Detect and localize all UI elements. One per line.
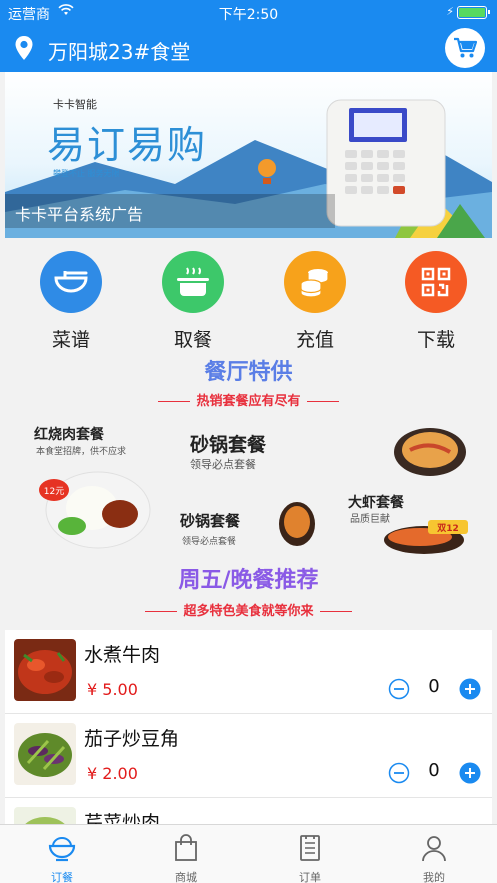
dish-image bbox=[14, 723, 76, 785]
deal-badge-price: 12元 bbox=[44, 487, 64, 497]
dish-list: 水煮牛肉 ¥ 5.00 0 茄子炒豆角 ¥ 2.00 0 芹菜炒肉 bbox=[5, 630, 492, 824]
tab-label: 订餐 bbox=[51, 871, 73, 883]
tab-profile[interactable]: 我的 bbox=[372, 825, 496, 883]
location-pin-icon[interactable] bbox=[14, 35, 34, 61]
tab-bar: 订餐 商城 订单 我的 bbox=[0, 824, 497, 883]
dish-quantity: 0 bbox=[428, 676, 440, 697]
banner-slogan: 易订易购 bbox=[47, 123, 208, 167]
banner-tagline: 攀登不止 服务无限 bbox=[53, 169, 120, 178]
menu-label-recharge: 充值 bbox=[295, 329, 334, 351]
tab-order-food[interactable]: 订餐 bbox=[0, 825, 124, 883]
dish-price: ¥ 2.00 bbox=[87, 764, 138, 783]
menu-item-download[interactable]: 下载 bbox=[386, 248, 486, 352]
plus-icon[interactable] bbox=[459, 678, 481, 700]
status-bar: 运营商 下午2:50 ⚡ bbox=[0, 0, 497, 26]
banner-caption: 卡卡平台系统广告 bbox=[5, 194, 335, 228]
menu-label-recipes: 菜谱 bbox=[51, 329, 90, 351]
menu-label-download: 下载 bbox=[416, 329, 455, 351]
top-bar: 运营商 下午2:50 ⚡ 万阳城23#食堂 bbox=[0, 0, 497, 72]
tab-mall[interactable]: 商城 bbox=[124, 825, 248, 883]
promo-subtitle-specials: 热销套餐应有尽有 bbox=[196, 394, 301, 409]
tab-label: 商城 bbox=[175, 871, 197, 883]
dish-name: 芹菜炒肉 bbox=[84, 812, 161, 824]
coins-icon bbox=[284, 251, 346, 313]
menu-label-pickup: 取餐 bbox=[173, 329, 212, 351]
charging-icon: ⚡ bbox=[446, 5, 454, 18]
canteen-title[interactable]: 万阳城23#食堂 bbox=[48, 36, 190, 65]
nav-bar: 万阳城23#食堂 bbox=[0, 26, 497, 72]
promo-subtitle-friday: 超多特色美食就等你来 bbox=[183, 604, 314, 619]
dish-quantity: 0 bbox=[428, 760, 440, 781]
dish-price: ¥ 5.00 bbox=[87, 680, 138, 699]
menu-item-pickup[interactable]: 取餐 bbox=[143, 248, 243, 352]
menu-item-recharge[interactable]: 充值 bbox=[265, 248, 365, 352]
battery-icon bbox=[457, 6, 490, 19]
cooking-pot-icon bbox=[162, 251, 224, 313]
deal-showcase[interactable]: 红烧肉套餐 本食堂招牌，供不应求 砂锅套餐 领导必点套餐 砂锅套餐 领导必点套餐… bbox=[0, 410, 497, 560]
promo-title-friday: 周五/晚餐推荐 bbox=[178, 568, 319, 593]
bowl-icon bbox=[48, 837, 76, 862]
quick-menu: 菜谱 取餐 充值 下载 bbox=[0, 248, 497, 358]
tab-label: 我的 bbox=[423, 871, 445, 883]
dish-row[interactable]: 水煮牛肉 ¥ 5.00 0 bbox=[5, 630, 492, 714]
promo-header-friday: 周五/晚餐推荐 超多特色美食就等你来 bbox=[0, 562, 497, 619]
dish-row[interactable]: 芹菜炒肉 bbox=[5, 798, 492, 824]
recipe-bowl-icon bbox=[40, 251, 102, 313]
dish-name: 茄子炒豆角 bbox=[84, 728, 180, 750]
qr-code-icon bbox=[405, 251, 467, 313]
tab-orders[interactable]: 订单 bbox=[248, 825, 372, 883]
status-time: 下午2:50 bbox=[218, 7, 279, 23]
cart-button[interactable] bbox=[445, 28, 485, 68]
cart-icon bbox=[454, 37, 477, 58]
deal-food-images: 12元 双12 bbox=[39, 428, 468, 554]
order-list-icon bbox=[300, 835, 320, 861]
tab-label: 订单 bbox=[299, 871, 321, 883]
shopping-bag-icon bbox=[175, 834, 197, 861]
minus-icon[interactable] bbox=[388, 762, 410, 784]
plus-icon[interactable] bbox=[459, 762, 481, 784]
dish-name: 水煮牛肉 bbox=[84, 644, 161, 666]
dish-image bbox=[14, 807, 76, 824]
ad-banner[interactable]: 卡卡智能 易订易购 攀登不止 服务无限 卡卡平台系统广告 bbox=[5, 72, 492, 238]
dish-image bbox=[14, 639, 76, 701]
promo-header-specials: 餐厅特供 热销套餐应有尽有 bbox=[0, 354, 497, 409]
minus-icon[interactable] bbox=[388, 678, 410, 700]
user-icon bbox=[422, 836, 446, 862]
dish-row[interactable]: 茄子炒豆角 ¥ 2.00 0 bbox=[5, 714, 492, 798]
deal-badge-double12: 双12 bbox=[437, 523, 459, 534]
menu-item-recipes[interactable]: 菜谱 bbox=[21, 248, 121, 352]
banner-brand: 卡卡智能 bbox=[53, 98, 97, 111]
promo-title-specials: 餐厅特供 bbox=[204, 360, 293, 385]
